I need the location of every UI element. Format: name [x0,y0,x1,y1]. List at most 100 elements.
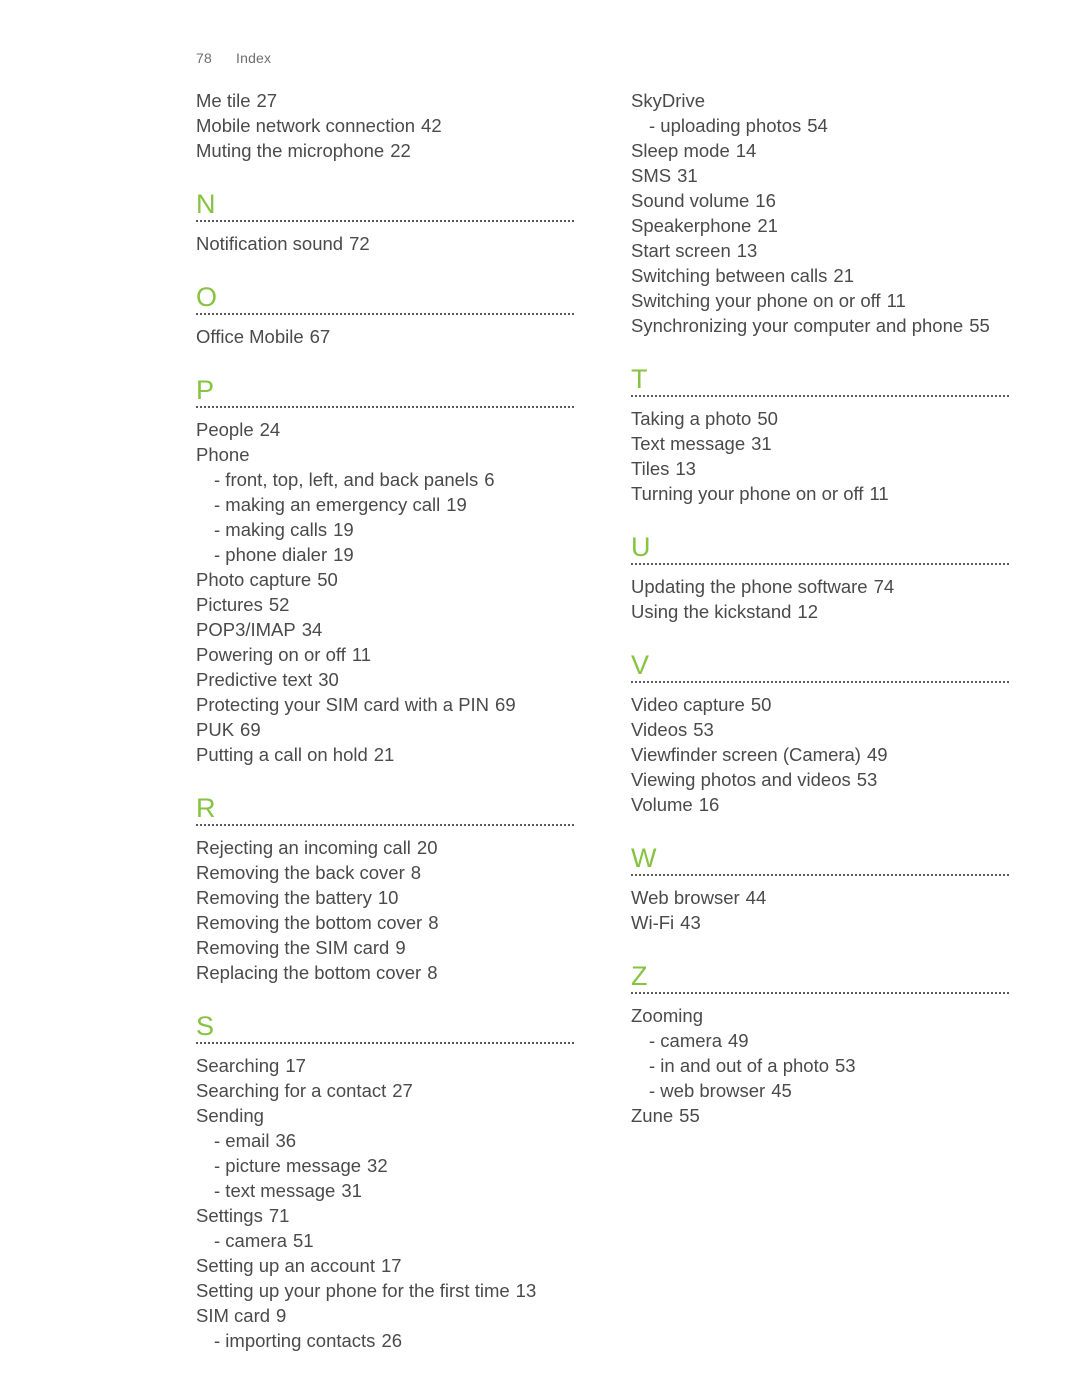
entry-page-number: 69 [495,694,516,715]
index-entry[interactable]: Using the kickstand 12 [631,599,1009,624]
index-subentry[interactable]: - text message 31 [196,1178,574,1203]
index-entry[interactable]: Notification sound 72 [196,231,574,256]
index-entry[interactable]: Switching your phone on or off 11 [631,288,1009,313]
index-entry[interactable]: Switching between calls 21 [631,263,1009,288]
index-section-w: W Web browser 44 Wi-Fi 43 [631,843,1009,935]
entry-page-number: 49 [866,744,888,765]
index-entry[interactable]: Start screen 13 [631,238,1009,263]
index-section-u: U Updating the phone software 74 Using the … [631,532,1009,624]
index-subentry[interactable]: - camera 51 [196,1228,574,1253]
index-entry[interactable]: Mobile network connection 42 [196,113,574,138]
section-heading: W [631,843,1009,876]
index-entry[interactable]: Viewing photos and videos 53 [631,767,1009,792]
index-entry[interactable]: Phone [196,442,574,467]
index-entry[interactable]: Web browser 44 [631,885,1009,910]
index-entry[interactable]: POP3/IMAP 34 [196,617,574,642]
index-subentry[interactable]: - phone dialer 19 [196,542,574,567]
index-entry[interactable]: Updating the phone software 74 [631,574,1009,599]
index-entry[interactable]: Videos 53 [631,717,1009,742]
index-entry[interactable]: Removing the bottom cover 8 [196,910,574,935]
entry-page-number: 71 [268,1205,290,1226]
index-subentry[interactable]: - making an emergency call 19 [196,492,574,517]
index-entry[interactable]: Viewfinder screen (Camera) 49 [631,742,1009,767]
entry-page-number: 19 [333,519,354,540]
index-entry[interactable]: Rejecting an incoming call 20 [196,835,574,860]
entry-term: Office Mobile [196,326,304,347]
index-entry[interactable]: Text message 31 [631,431,1009,456]
index-entry[interactable]: Predictive text 30 [196,667,574,692]
index-entry[interactable]: Settings 71 [196,1203,574,1228]
index-entry[interactable]: Speakerphone 21 [631,213,1009,238]
index-entry[interactable]: Muting the microphone 22 [196,138,574,163]
entry-term: Video capture [631,694,745,715]
index-entry[interactable]: Zooming [631,1003,1009,1028]
entry-page-number: 20 [416,837,438,858]
section-letter: V [631,650,650,680]
index-subentry[interactable]: - importing contacts 26 [196,1328,574,1353]
index-entry[interactable]: SkyDrive [631,88,1009,113]
index-subentry[interactable]: - making calls 19 [196,517,574,542]
index-entry[interactable]: Taking a photo 50 [631,406,1009,431]
index-subentry[interactable]: - email 36 [196,1128,574,1153]
entry-term: SkyDrive [631,90,706,111]
index-entry[interactable]: PUK 69 [196,717,574,742]
index-subentry[interactable]: - uploading photos 54 [631,113,1009,138]
section-letter: S [196,1011,215,1041]
index-section-r: R Rejecting an incoming call 20 Removing th… [196,793,574,985]
section-letter: P [196,375,215,405]
index-entry[interactable]: Removing the SIM card 9 [196,935,574,960]
index-entry[interactable]: Putting a call on hold 21 [196,742,574,767]
section-letter: Z [631,961,648,991]
entry-term: Removing the bottom cover [196,912,423,933]
entry-term: Videos [631,719,688,740]
index-entry[interactable]: Protecting your SIM card with a PIN 69 [196,692,574,717]
index-entry[interactable]: Removing the back cover 8 [196,860,574,885]
entry-term: Settings [196,1205,263,1226]
entry-page-number: 8 [428,912,439,933]
index-entry[interactable]: Powering on or off 11 [196,642,574,667]
index-entry[interactable]: SMS 31 [631,163,1009,188]
entry-page-number: 26 [381,1330,403,1351]
index-subentry[interactable]: - camera 49 [631,1028,1009,1053]
index-entry[interactable]: Zune 55 [631,1103,1009,1128]
index-subentry[interactable]: - in and out of a photo 53 [631,1053,1009,1078]
index-entry[interactable]: Removing the battery 10 [196,885,574,910]
index-entry[interactable]: Setting up your phone for the first time… [196,1278,574,1303]
index-entry[interactable]: Office Mobile 67 [196,324,574,349]
index-entry[interactable]: Me tile 27 [196,88,574,113]
section-heading: V [631,650,1009,683]
index-entry[interactable]: Wi-Fi 43 [631,910,1009,935]
index-entry[interactable]: Turning your phone on or off 11 [631,481,1009,506]
index-entry[interactable]: Sleep mode 14 [631,138,1009,163]
index-entry[interactable]: People 24 [196,417,574,442]
index-entry[interactable]: Setting up an account 17 [196,1253,574,1278]
index-entry-list: Notification sound 72 [196,231,574,256]
index-entry[interactable]: Searching for a contact 27 [196,1078,574,1103]
index-entry[interactable]: SIM card 9 [196,1303,574,1328]
index-subentry[interactable]: - web browser 45 [631,1078,1009,1103]
index-entry[interactable]: Tiles 13 [631,456,1009,481]
index-entry[interactable]: Synchronizing your computer and phone 55 [631,313,1009,338]
index-entry[interactable]: Sound volume 16 [631,188,1009,213]
index-subentry[interactable]: - picture message 32 [196,1153,574,1178]
entry-term: Replacing the bottom cover [196,962,422,983]
entry-term: SIM card [196,1305,271,1326]
index-entry-list: Web browser 44 Wi-Fi 43 [631,885,1009,935]
section-letter: W [631,843,657,873]
entry-term: - camera [214,1230,287,1251]
entry-page-number: 19 [333,544,354,565]
index-entry[interactable]: Pictures 52 [196,592,574,617]
entry-term: - phone dialer [214,544,328,565]
index-subentry[interactable]: - front, top, left, and back panels 6 [196,467,574,492]
index-lead-entries: Me tile 27 Mobile network connection 42 Muti… [196,88,574,163]
index-entry[interactable]: Photo capture 50 [196,567,574,592]
index-entry[interactable]: Searching 17 [196,1053,574,1078]
index-entry[interactable]: Volume 16 [631,792,1009,817]
section-dotted-rule [196,313,574,315]
index-entry[interactable]: Video capture 50 [631,692,1009,717]
entry-page-number: 43 [680,912,701,933]
index-page: 78 Index Me tile 27 Mobile network connect… [0,0,1080,1397]
index-entry[interactable]: Sending [196,1103,574,1128]
index-entry[interactable]: Replacing the bottom cover 8 [196,960,574,985]
entry-term: - making an emergency call [214,494,441,515]
